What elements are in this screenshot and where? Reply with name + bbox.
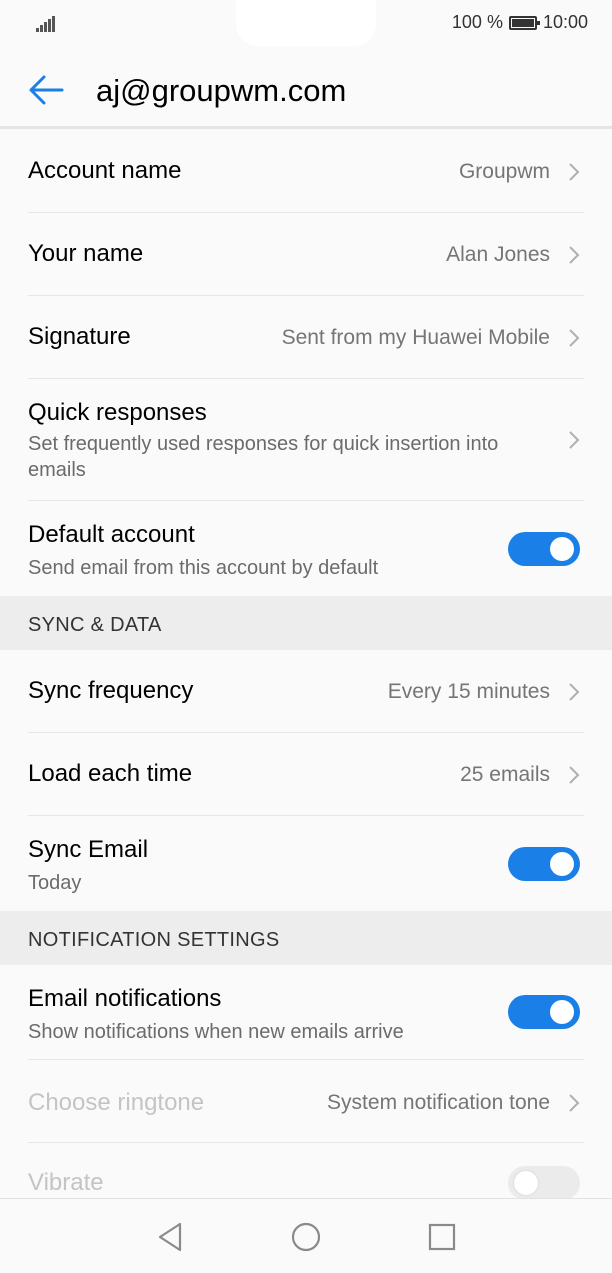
vibrate-label: Vibrate [28,1169,104,1196]
quick-responses-desc: Set frequently used responses for quick … [28,433,499,481]
section-header-sync: SYNC & DATA [0,596,612,650]
your-name-value: Alan Jones [446,243,550,266]
sync-email-label: Sync Email [28,836,149,863]
sync-frequency-row[interactable]: Sync frequency Every 15 minutes [0,650,612,733]
nav-back-icon[interactable] [152,1219,188,1255]
chevron-right-icon [569,431,580,449]
chevron-right-icon [569,163,580,181]
default-account-label: Default account [28,521,195,548]
chevron-right-icon [569,246,580,264]
page-title: aj@groupwm.com [96,73,347,108]
signal-icon [36,14,58,32]
sync-email-desc: Today [28,872,82,894]
chevron-right-icon [569,766,580,784]
load-each-time-label: Load each time [28,760,193,787]
toggle-knob [550,537,574,561]
choose-ringtone-label: Choose ringtone [28,1089,205,1116]
sync-email-row: Sync Email Today [0,816,612,911]
section-title-notifications: NOTIFICATION SETTINGS [28,929,280,951]
account-name-label: Account name [28,157,182,184]
signature-label: Signature [28,323,131,350]
choose-ringtone-value: System notification tone [327,1091,550,1114]
app-bar: aj@groupwm.com [0,48,612,128]
email-notifications-desc: Show notifications when new emails arriv… [28,1021,404,1043]
signature-row[interactable]: Signature Sent from my Huawei Mobile [0,296,612,379]
nav-recents-icon[interactable] [424,1219,460,1255]
toggle-knob [550,1000,574,1024]
section-header-notifications: NOTIFICATION SETTINGS [0,911,612,965]
email-notifications-toggle[interactable] [508,995,580,1029]
status-right: 100 % 10:00 [452,12,588,33]
section-title-sync: SYNC & DATA [28,614,162,636]
load-each-time-value: 25 emails [460,763,550,786]
default-account-row: Default account Send email from this acc… [0,501,612,596]
email-notifications-label: Email notifications [28,985,222,1012]
your-name-label: Your name [28,240,144,267]
nav-home-icon[interactable] [288,1219,324,1255]
email-notifications-row: Email notifications Show notifications w… [0,965,612,1060]
your-name-row[interactable]: Your name Alan Jones [0,213,612,296]
clock: 10:00 [542,12,588,32]
arrow-left-icon[interactable] [26,72,66,108]
chevron-right-icon [569,1094,580,1112]
battery-percent: 100 % [451,12,503,32]
toggle-knob [550,852,574,876]
app-bar-divider [0,126,612,129]
account-name-value: Groupwm [458,160,550,183]
signature-value: Sent from my Huawei Mobile [281,326,550,349]
account-name-row[interactable]: Account name Groupwm [0,130,612,213]
settings-list: Account name Groupwm Your name Alan Jone… [0,130,612,1203]
vibrate-toggle [508,1166,580,1200]
battery-icon [508,15,540,30]
chevron-right-icon [569,683,580,701]
default-account-toggle[interactable] [508,532,580,566]
vibrate-row: Vibrate [0,1143,612,1203]
load-each-time-row[interactable]: Load each time 25 emails [0,733,612,816]
status-bar: 100 % 10:00 [0,0,612,48]
navigation-bar [0,1198,612,1273]
sync-frequency-label: Sync frequency [28,677,194,704]
sync-email-toggle[interactable] [508,847,580,881]
chevron-right-icon [569,329,580,347]
sync-frequency-value: Every 15 minutes [387,680,550,703]
choose-ringtone-row: Choose ringtone System notification tone [0,1060,612,1143]
quick-responses-label: Quick responses [28,399,207,426]
toggle-knob [514,1171,538,1195]
camera-notch [236,0,376,46]
quick-responses-row[interactable]: Quick responses Set frequently used resp… [0,379,612,501]
default-account-desc: Send email from this account by default [28,557,379,579]
